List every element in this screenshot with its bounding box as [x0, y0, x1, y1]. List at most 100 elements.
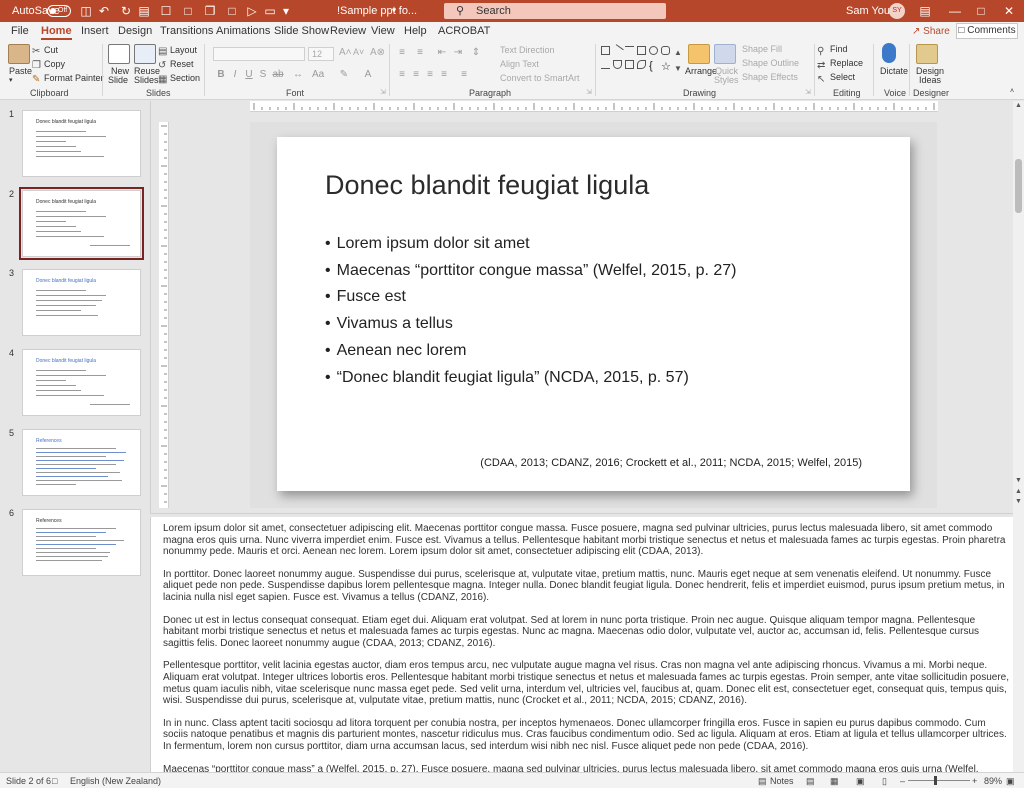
strikethrough-icon[interactable]: ab [272, 69, 284, 81]
comments-button[interactable]: □ Comments [956, 23, 1018, 39]
font-size-combo[interactable]: 12 [308, 47, 334, 61]
vertical-ruler[interactable] [159, 122, 169, 508]
quick-styles-label-2[interactable]: Styles [714, 75, 739, 85]
shadow-icon[interactable]: S [257, 69, 269, 81]
maximize-icon[interactable]: □ [966, 0, 996, 22]
text-direction-button[interactable]: Text Direction [500, 45, 555, 55]
slide-thumbnail-5[interactable]: References [22, 429, 141, 496]
tab-file[interactable]: File [11, 24, 29, 40]
select-icon[interactable]: ↖ [817, 71, 825, 89]
increase-indent-icon[interactable]: ⇥ [452, 47, 464, 59]
shapes-gallery[interactable]: {☆ [599, 44, 681, 78]
slide-thumbnail-6[interactable]: References [22, 509, 141, 576]
highlight-icon[interactable]: ✎ [338, 69, 350, 81]
language-indicator[interactable]: English (New Zealand) [70, 775, 161, 787]
paste-button[interactable]: Paste [9, 66, 32, 76]
scroll-down-icon[interactable]: ▼ [1013, 476, 1024, 486]
tab-transitions[interactable]: Transitions [160, 24, 213, 40]
avatar[interactable]: SY [889, 3, 905, 19]
replace-button[interactable]: Replace [830, 58, 863, 68]
align-text-button[interactable]: Align Text [500, 59, 539, 69]
section-icon[interactable]: ▦ [158, 71, 167, 89]
slide-title[interactable]: Donec blandit feugiat ligula [325, 170, 649, 201]
window-icon[interactable]: ▭ [262, 3, 278, 19]
slide-citation[interactable]: (CDAA, 2013; CDANZ, 2016; Crockett et al… [480, 457, 862, 469]
drawing-dialog-launcher-icon[interactable]: ⇲ [805, 88, 811, 96]
horizontal-ruler[interactable] [250, 101, 938, 112]
reuse-slides-icon[interactable] [134, 44, 156, 64]
select-button[interactable]: Select [830, 72, 855, 82]
quick-styles-icon[interactable] [714, 44, 736, 64]
autosave-toggle[interactable]: Off [47, 5, 71, 17]
next-slide-icon[interactable]: ▼ [1013, 497, 1024, 507]
share-button[interactable]: ↗ Share [912, 24, 950, 39]
zoom-slider[interactable] [908, 780, 970, 781]
tab-acrobat[interactable]: ACROBAT [438, 24, 490, 40]
paragraph-dialog-launcher-icon[interactable]: ⇲ [586, 88, 592, 96]
slide-thumbnail-3[interactable]: Donec blandit feugiat ligula [22, 269, 141, 336]
tab-view[interactable]: View [371, 24, 395, 40]
reuse-label-2[interactable]: Slides [134, 75, 159, 85]
bold-icon[interactable]: B [215, 69, 227, 81]
zoom-out-icon[interactable]: – [900, 775, 905, 787]
shape-fill-button[interactable]: Shape Fill [742, 44, 782, 54]
slide-show-icon[interactable]: ▯ [882, 775, 887, 787]
copy-button[interactable]: Copy [44, 59, 65, 69]
document-title[interactable]: !Sample ppt fo... [337, 0, 417, 22]
grow-font-icon[interactable]: A˄ [339, 47, 352, 58]
undo-icon[interactable]: ↶ [96, 3, 112, 19]
bullets-icon[interactable]: ≡ [396, 47, 408, 59]
touch-mode-icon[interactable]: ☐ [158, 3, 174, 19]
zoom-slider-knob[interactable] [934, 776, 937, 785]
comment-icon[interactable]: □ [224, 3, 240, 19]
reading-view-icon[interactable]: ▣ [856, 775, 865, 787]
slide-thumbnail-2[interactable]: Donec blandit feugiat ligula [19, 187, 144, 260]
line-spacing-icon[interactable]: ⇕ [470, 47, 482, 59]
close-icon[interactable]: ✕ [994, 0, 1024, 22]
tab-help[interactable]: Help [404, 24, 427, 40]
slide-thumbnail-1[interactable]: Donec blandit feugiat ligula [22, 110, 141, 177]
paste-dropdown-icon[interactable]: ▾ [9, 76, 13, 84]
clear-format-icon[interactable]: A⊗ [370, 47, 385, 58]
arrange-button[interactable]: Arrange [685, 66, 717, 76]
shapes-more-icon[interactable]: ▼ [674, 60, 682, 78]
slide-canvas[interactable]: Donec blandit feugiat ligula Lorem ipsum… [277, 137, 910, 491]
italic-icon[interactable]: I [229, 69, 241, 81]
font-name-combo[interactable] [213, 47, 305, 61]
tab-review[interactable]: Review [330, 24, 366, 40]
ribbon-display-icon[interactable]: ▤ [910, 0, 940, 22]
notes-icon[interactable]: ▤ [758, 775, 767, 787]
convert-smartart-button[interactable]: Convert to SmartArt [500, 73, 580, 83]
align-left-icon[interactable]: ≡ [396, 69, 408, 81]
normal-view-icon[interactable]: ▤ [806, 775, 815, 787]
redo-icon[interactable]: ↻ [118, 3, 134, 19]
tab-insert[interactable]: Insert [81, 24, 109, 40]
justify-icon[interactable]: ≡ [438, 69, 450, 81]
char-spacing-icon[interactable]: ↔ [292, 69, 304, 81]
slide-thumbnail-4[interactable]: Donec blandit feugiat ligula [22, 349, 141, 416]
scrollbar-thumb[interactable] [1015, 159, 1022, 213]
microphone-icon[interactable] [882, 43, 896, 63]
reset-button[interactable]: Reset [170, 59, 194, 69]
tab-design[interactable]: Design [118, 24, 152, 40]
spelling-icon[interactable]: □ [52, 775, 57, 787]
font-dialog-launcher-icon[interactable]: ⇲ [380, 88, 386, 96]
slide-bullet-list[interactable]: Lorem ipsum dolor sit amet Maecenas “por… [325, 231, 737, 391]
align-right-icon[interactable]: ≡ [424, 69, 436, 81]
shape-outline-button[interactable]: Shape Outline [742, 58, 799, 68]
search-box[interactable]: ⚲ Search [444, 3, 666, 19]
design-ideas-label-2[interactable]: Ideas [919, 75, 941, 85]
columns-icon[interactable]: ≡ [458, 69, 470, 81]
decrease-indent-icon[interactable]: ⇤ [436, 47, 448, 59]
tab-home[interactable]: Home [41, 24, 72, 40]
new-slide-icon[interactable] [108, 44, 130, 64]
zoom-in-icon[interactable]: + [972, 775, 977, 787]
layout-button[interactable]: Layout [170, 45, 197, 55]
align-center-icon[interactable]: ≡ [410, 69, 422, 81]
cut-button[interactable]: Cut [44, 45, 58, 55]
arrange-icon[interactable] [688, 44, 710, 64]
scroll-up-icon[interactable]: ▲ [1013, 101, 1024, 111]
underline-icon[interactable]: U [243, 69, 255, 81]
copy-icon[interactable]: ❐ [202, 3, 218, 19]
slide-sorter-icon[interactable]: ▦ [830, 775, 839, 787]
